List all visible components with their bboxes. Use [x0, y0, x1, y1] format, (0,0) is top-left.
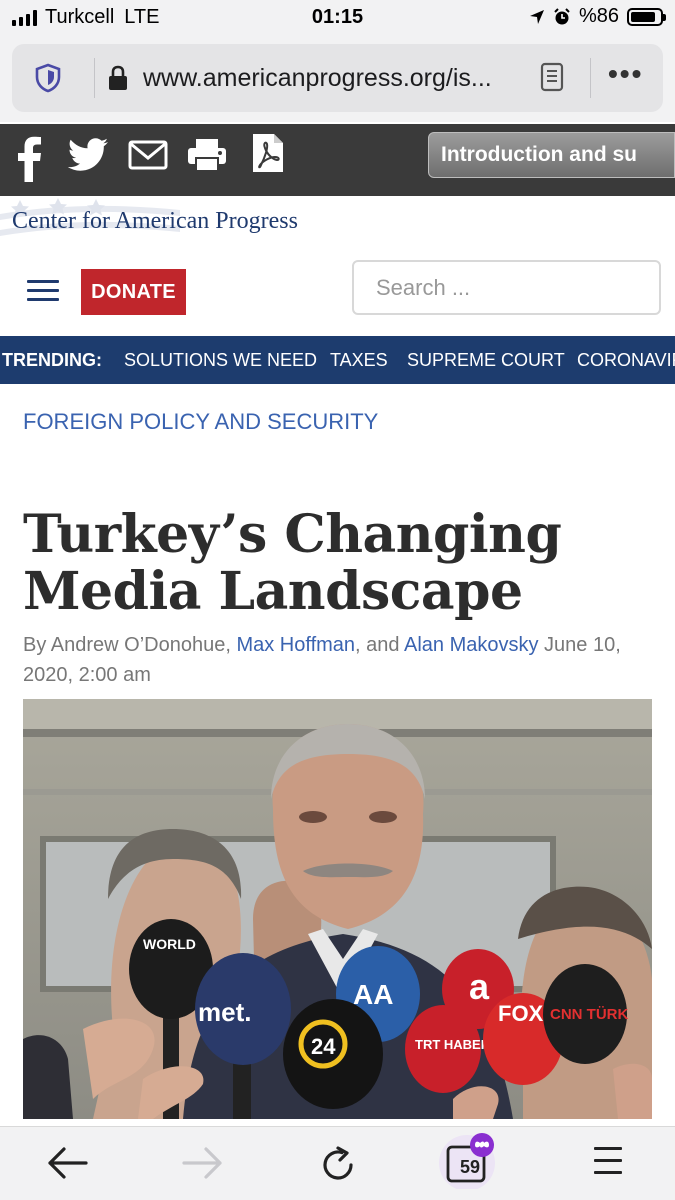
mic-label-cnn: CNN TÜRK [550, 1006, 628, 1023]
battery-icon [627, 7, 666, 26]
shield-icon[interactable] [32, 62, 64, 94]
reload-icon[interactable] [318, 1145, 358, 1185]
trending-item-supreme-court[interactable]: SUPREME COURT [407, 350, 565, 371]
toc-button[interactable]: Introduction and su [428, 132, 675, 178]
url-divider [590, 58, 591, 98]
url-divider [94, 58, 95, 98]
donate-button[interactable]: DONATE [81, 269, 186, 315]
browser-toolbar: www.americanprogress.org/is... ••• [0, 36, 675, 122]
trending-bar: TRENDING: SOLUTIONS WE NEED TAXES SUPREM… [0, 336, 675, 384]
tabs-icon[interactable]: 59 [439, 1133, 496, 1189]
mic-label-24: 24 [311, 1034, 336, 1059]
status-right: %86 [529, 5, 666, 28]
menu-icon[interactable] [594, 1147, 622, 1174]
status-bar: Turkcell LTE 01:15 %86 [0, 0, 675, 36]
mic-label-fox: FOX [498, 1001, 544, 1026]
forward-arrow-icon[interactable] [182, 1145, 224, 1181]
author-link-alan-makovsky[interactable]: Alan Makovsky [404, 634, 539, 656]
mic-label-aa: AA [353, 979, 393, 1010]
battery-percent: %86 [578, 5, 619, 27]
byline-and: , and [355, 634, 404, 656]
trending-item-solutions[interactable]: SOLUTIONS WE NEED [124, 350, 317, 371]
logo-text: Center for American Progress [12, 208, 298, 234]
mic-label-met: met. [198, 997, 251, 1027]
reader-view-icon[interactable] [540, 62, 564, 92]
browser-bottom-toolbar: 59 [0, 1126, 675, 1200]
byline-prefix: By Andrew O’Donohue, [23, 634, 237, 656]
trending-item-coronavirus[interactable]: CORONAVIRUS [577, 350, 675, 371]
share-toolbar: Introduction and su [0, 124, 675, 196]
location-arrow-icon [529, 9, 544, 24]
tab-count: 59 [460, 1157, 481, 1177]
url-text[interactable]: www.americanprogress.org/is... [143, 64, 523, 93]
title-line-2: Media Landscape [23, 561, 523, 622]
mic-label-world: WORLD [143, 936, 196, 952]
trending-label: TRENDING: [2, 350, 102, 370]
article-category[interactable]: FOREIGN POLICY AND SECURITY [23, 409, 378, 435]
address-bar[interactable]: www.americanprogress.org/is... ••• [12, 44, 663, 112]
author-link-max-hoffman[interactable]: Max Hoffman [236, 634, 355, 656]
hamburger-menu-icon[interactable] [27, 280, 59, 304]
twitter-icon[interactable] [67, 138, 109, 172]
more-options-icon[interactable]: ••• [608, 58, 643, 90]
title-line-1: Turkey’s Changing [23, 504, 562, 565]
lock-icon [109, 65, 127, 90]
byline: By Andrew O’Donohue, Max Hoffman, and Al… [23, 630, 653, 690]
facebook-icon[interactable] [16, 134, 42, 182]
print-icon[interactable] [187, 138, 227, 172]
article-title: Turkey’s Changing Media Landscape [23, 506, 643, 620]
back-arrow-icon[interactable] [46, 1145, 88, 1181]
site-logo[interactable]: Center for American Progress [0, 196, 360, 252]
alarm-icon [554, 7, 570, 24]
article-photo: WORLD met. AA 24 a TRT HABER FOX CNN TÜR… [23, 699, 652, 1119]
trending-item-taxes[interactable]: TAXES [330, 350, 388, 371]
mic-label-a: a [469, 966, 490, 1007]
search-input[interactable] [352, 260, 661, 315]
photo-scene: WORLD met. AA 24 a TRT HABER FOX CNN TÜR… [23, 699, 652, 1119]
email-icon[interactable] [128, 140, 168, 170]
mic-label-trt: TRT HABER [415, 1037, 491, 1052]
pdf-icon[interactable] [251, 132, 285, 174]
